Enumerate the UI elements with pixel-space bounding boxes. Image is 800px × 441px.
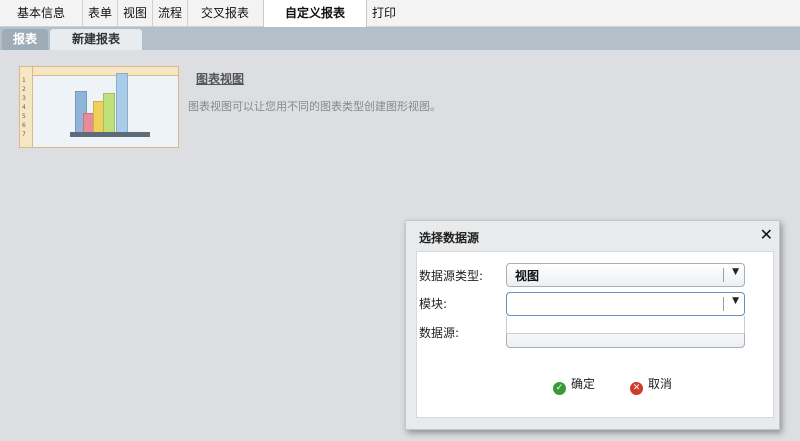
cancel-icon: ✕ xyxy=(630,382,643,395)
chart-view-title-link[interactable]: 图表视图 xyxy=(196,70,244,87)
datasource-type-select[interactable]: 视图 ▼ xyxy=(506,263,745,287)
module-dropdown-list[interactable] xyxy=(506,316,745,334)
row-number: 1 xyxy=(22,77,26,84)
tab-new-report[interactable]: 新建报表 xyxy=(50,29,142,50)
row-number: 6 xyxy=(22,122,26,129)
module-select[interactable]: ▼ xyxy=(506,292,745,316)
chart-bar-icon xyxy=(116,73,128,133)
row-number: 3 xyxy=(22,95,26,102)
tab-form[interactable]: 表单 xyxy=(83,0,118,26)
cancel-label: 取消 xyxy=(648,377,673,391)
datasource-type-label: 数据源类型: xyxy=(419,269,484,283)
tab-print[interactable]: 打印 xyxy=(367,0,401,26)
dialog-title: 选择数据源 xyxy=(419,231,480,245)
tab-view[interactable]: 视图 xyxy=(118,0,153,26)
top-tab-bar: 基本信息 表单 视图 流程 交叉报表 自定义报表 打印 xyxy=(0,0,800,27)
row-number: 5 xyxy=(22,113,26,120)
select-datasource-dialog: 选择数据源 ✕ 数据源类型: 视图 ▼ 模块: ▼ 数据源: ✓ 确定 ✕ 取消 xyxy=(405,220,780,430)
tab-cross-report[interactable]: 交叉报表 xyxy=(190,0,260,26)
sub-tab-bar: 报表 新建报表 xyxy=(0,27,800,50)
datasource-label: 数据源: xyxy=(419,326,460,340)
chevron-down-icon[interactable]: ▼ xyxy=(732,267,739,277)
check-icon: ✓ xyxy=(553,382,566,395)
tab-flow[interactable]: 流程 xyxy=(153,0,188,26)
select-divider xyxy=(723,268,724,282)
ok-label: 确定 xyxy=(571,377,596,391)
row-number: 4 xyxy=(22,104,26,111)
select-divider xyxy=(723,297,724,311)
datasource-type-value: 视图 xyxy=(515,269,540,283)
module-label: 模块: xyxy=(419,297,448,311)
dialog-body: 数据源类型: 视图 ▼ 模块: ▼ 数据源: ✓ 确定 ✕ 取消 xyxy=(416,251,774,418)
chart-view-description: 图表视图可以让您用不同的图表类型创建图形视图。 xyxy=(188,100,441,113)
close-icon[interactable]: ✕ xyxy=(760,225,773,244)
ok-button[interactable]: ✓ 确定 xyxy=(553,374,596,395)
chart-bar-icon xyxy=(103,93,115,133)
tab-basic-info[interactable]: 基本信息 xyxy=(0,0,83,26)
chart-base-icon xyxy=(70,132,150,137)
chevron-down-icon[interactable]: ▼ xyxy=(732,296,739,306)
row-number: 2 xyxy=(22,86,26,93)
sheet-header xyxy=(20,67,178,76)
tab-report[interactable]: 报表 xyxy=(2,29,48,50)
chart-view-thumbnail[interactable]: 1 2 3 4 5 6 7 xyxy=(19,66,179,148)
tab-custom-report[interactable]: 自定义报表 xyxy=(263,0,367,27)
row-number: 7 xyxy=(22,131,26,138)
cancel-button[interactable]: ✕ 取消 xyxy=(630,374,673,395)
